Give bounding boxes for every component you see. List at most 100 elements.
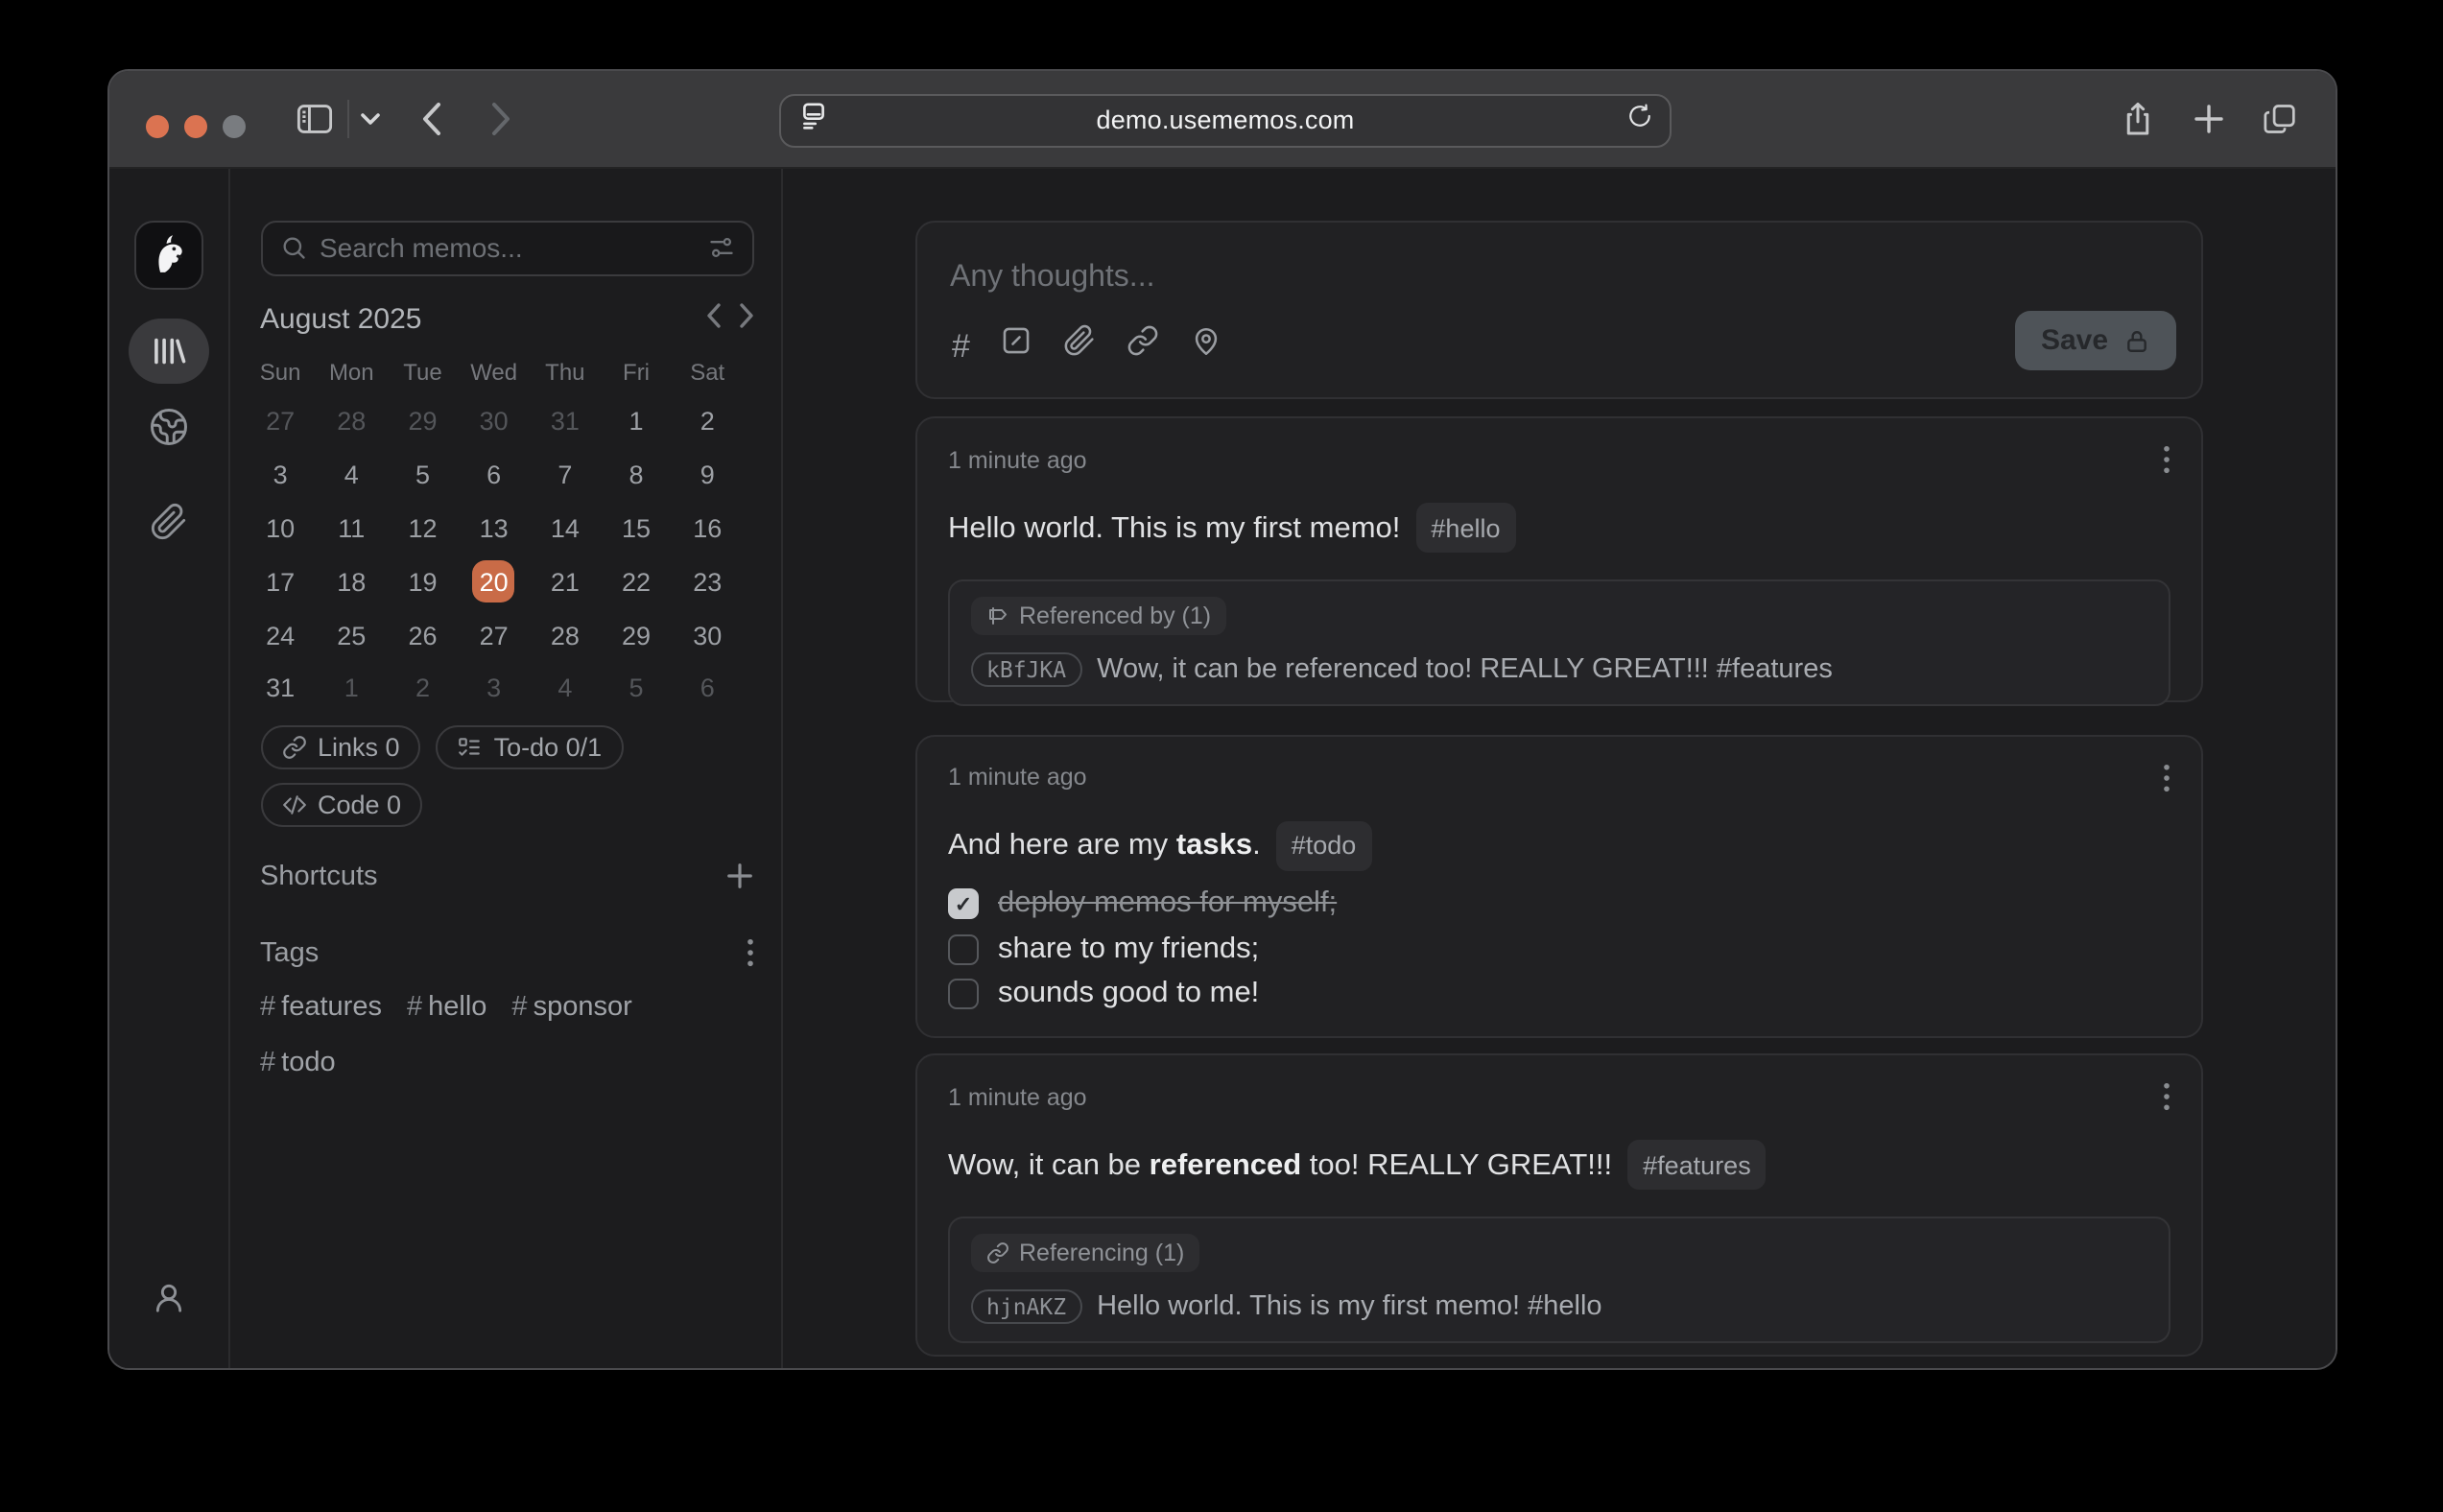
calendar-day[interactable]: 13 xyxy=(473,507,515,549)
search-input[interactable] xyxy=(320,233,694,264)
memo-tag-pill[interactable]: #features xyxy=(1627,1140,1767,1190)
calendar-day[interactable]: 22 xyxy=(615,560,657,602)
calendar-day[interactable]: 11 xyxy=(330,507,372,549)
calendar-day[interactable]: 10 xyxy=(259,507,301,549)
day-header: Tue xyxy=(403,358,441,385)
calendar-day[interactable]: 28 xyxy=(330,400,372,442)
add-shortcut-icon[interactable] xyxy=(724,862,753,891)
calendar-next-icon[interactable] xyxy=(738,302,753,337)
calendar-day[interactable]: 27 xyxy=(259,400,301,442)
search-box[interactable] xyxy=(260,221,753,275)
calendar-day[interactable]: 18 xyxy=(330,560,372,602)
link-insert-icon[interactable] xyxy=(1127,324,1160,366)
memo-id-pill[interactable]: hjnAKZ xyxy=(971,1289,1081,1324)
checkbox-checked[interactable]: ✓ xyxy=(948,888,979,919)
chevron-down-icon[interactable] xyxy=(361,112,380,126)
calendar-day[interactable]: 4 xyxy=(330,454,372,496)
browser-toolbar: demo.usememos.com xyxy=(109,71,2336,169)
memo-menu-icon[interactable] xyxy=(2162,763,2170,791)
memo-timestamp: 1 minute ago xyxy=(948,446,1087,473)
close-button[interactable] xyxy=(146,115,169,138)
reload-icon[interactable] xyxy=(1627,103,1652,139)
minimize-button[interactable] xyxy=(184,115,207,138)
reference-row[interactable]: hjnAKZ Hello world. This is my first mem… xyxy=(971,1289,2147,1324)
nav-explore[interactable] xyxy=(149,407,189,447)
calendar-day-selected[interactable]: 20 xyxy=(473,560,515,602)
calendar-day[interactable]: 27 xyxy=(473,614,515,656)
hashtag-icon[interactable]: # xyxy=(952,329,970,362)
calendar-day[interactable]: 14 xyxy=(544,507,586,549)
save-button[interactable]: Save xyxy=(2014,311,2175,370)
calendar-day[interactable]: 19 xyxy=(401,560,443,602)
referenced-by-label[interactable]: Referenced by (1) xyxy=(971,597,1226,635)
calendar-day[interactable]: 16 xyxy=(686,507,728,549)
calendar-day[interactable]: 17 xyxy=(259,560,301,602)
calendar-day[interactable]: 30 xyxy=(473,400,515,442)
calendar-day[interactable]: 25 xyxy=(330,614,372,656)
calendar-day[interactable]: 31 xyxy=(259,668,301,710)
memo-tag-pill[interactable]: #hello xyxy=(1415,503,1515,553)
calendar-day[interactable]: 23 xyxy=(686,560,728,602)
calendar-day[interactable]: 2 xyxy=(401,668,443,710)
calendar-day[interactable]: 5 xyxy=(615,668,657,710)
calendar-day[interactable]: 5 xyxy=(401,454,443,496)
calendar-day[interactable]: 9 xyxy=(686,454,728,496)
calendar-day[interactable]: 6 xyxy=(473,454,515,496)
reference-row[interactable]: kBfJKA Wow, it can be referenced too! RE… xyxy=(971,652,2147,687)
calendar-day[interactable]: 7 xyxy=(544,454,586,496)
nav-attachments[interactable] xyxy=(150,503,188,541)
calendar-day[interactable]: 15 xyxy=(615,507,657,549)
nav-memos[interactable] xyxy=(129,319,209,384)
calendar-day[interactable]: 29 xyxy=(401,400,443,442)
links-badge[interactable]: Links 0 xyxy=(260,725,421,769)
memo-id-pill[interactable]: kBfJKA xyxy=(971,652,1081,687)
checkbox-unchecked[interactable] xyxy=(948,933,979,964)
tag-features[interactable]: # features xyxy=(260,992,382,1023)
tag-hello[interactable]: # hello xyxy=(407,992,486,1023)
tag-sponsor[interactable]: # sponsor xyxy=(511,992,631,1023)
calendar-day[interactable]: 1 xyxy=(330,668,372,710)
share-icon[interactable] xyxy=(2123,102,2152,136)
back-button[interactable] xyxy=(421,102,442,136)
forward-button[interactable] xyxy=(490,102,511,136)
tag-label: todo xyxy=(281,1048,335,1078)
page-settings-icon[interactable] xyxy=(800,102,827,140)
tabs-overview-icon[interactable] xyxy=(2264,104,2296,134)
calendar-day[interactable]: 26 xyxy=(401,614,443,656)
memo-tag-pill[interactable]: #todo xyxy=(1276,820,1372,870)
code-badge[interactable]: Code 0 xyxy=(260,783,422,827)
calendar-day[interactable]: 8 xyxy=(615,454,657,496)
memo-menu-icon[interactable] xyxy=(2162,1082,2170,1111)
calendar-day[interactable]: 3 xyxy=(473,668,515,710)
memo-menu-icon[interactable] xyxy=(2162,445,2170,474)
calendar-day[interactable]: 12 xyxy=(401,507,443,549)
checkbox-unchecked[interactable] xyxy=(948,979,979,1009)
tag-todo[interactable]: # todo xyxy=(260,1048,336,1078)
todo-badge[interactable]: To-do 0/1 xyxy=(437,725,624,769)
calendar-prev-icon[interactable] xyxy=(705,302,721,337)
calendar-day[interactable]: 31 xyxy=(544,400,586,442)
tags-menu-icon[interactable] xyxy=(746,939,753,968)
app-logo[interactable] xyxy=(134,221,203,290)
calendar-day[interactable]: 1 xyxy=(615,400,657,442)
memo-editor[interactable]: Any thoughts... # xyxy=(915,220,2202,399)
location-icon[interactable] xyxy=(1191,324,1223,366)
referencing-label[interactable]: Referencing (1) xyxy=(971,1234,1199,1272)
calendar-day[interactable]: 3 xyxy=(259,454,301,496)
sidebar-toggle-icon[interactable] xyxy=(296,104,332,134)
calendar-day[interactable]: 28 xyxy=(544,614,586,656)
calendar-day[interactable]: 30 xyxy=(686,614,728,656)
calendar-day[interactable]: 2 xyxy=(686,400,728,442)
filter-icon[interactable] xyxy=(707,235,734,262)
calendar-day[interactable]: 24 xyxy=(259,614,301,656)
new-tab-icon[interactable] xyxy=(2194,104,2224,134)
attachment-icon[interactable] xyxy=(1064,324,1097,366)
nav-profile[interactable] xyxy=(150,1278,188,1316)
calendar-day[interactable]: 21 xyxy=(544,560,586,602)
zoom-button[interactable] xyxy=(223,115,246,138)
checkbox-insert-icon[interactable] xyxy=(1001,324,1033,366)
calendar-day[interactable]: 4 xyxy=(544,668,586,710)
calendar-day[interactable]: 29 xyxy=(615,614,657,656)
url-bar[interactable]: demo.usememos.com xyxy=(779,94,1672,147)
calendar-day[interactable]: 6 xyxy=(686,668,728,710)
